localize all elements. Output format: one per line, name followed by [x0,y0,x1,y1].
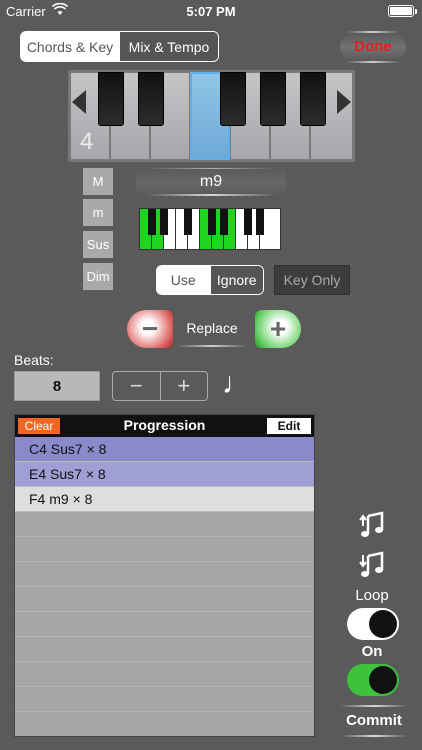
toggle-knob [369,610,397,638]
piano-black-key[interactable] [220,72,246,126]
progression-empty-row [15,537,314,562]
mini-black-key [244,209,252,235]
mini-black-key [148,209,156,235]
mini-black-key [220,209,228,235]
music-notes-up-icon[interactable] [352,510,392,545]
progression-header: Progression Clear Edit [15,415,314,437]
piano-black-key[interactable] [300,72,326,126]
chord-mini-keyboard [139,208,281,250]
piano-black-key[interactable] [98,72,124,126]
beats-decrement-button[interactable]: − [113,372,160,400]
remove-chord-button[interactable]: − [127,310,173,348]
mini-black-key [160,209,168,235]
quarter-note-icon[interactable]: ♩ [222,369,252,399]
root-key-piano[interactable]: 4 [68,70,355,162]
piano-black-key[interactable] [260,72,286,126]
toggle-knob [369,666,397,694]
mode-segmented-control[interactable]: Chords & Key Mix & Tempo [20,31,219,62]
done-button[interactable]: Done [340,31,406,63]
quality-button-dim[interactable]: Dim [83,263,113,290]
key-only-button[interactable]: Key Only [274,265,350,295]
loop-toggle[interactable] [347,608,399,640]
beats-increment-button[interactable]: + [159,372,208,400]
progression-row[interactable]: C4 Sus7 × 8 [15,437,314,462]
use-ignore-segmented-control[interactable]: Use Ignore [156,265,264,295]
progression-empty-row [15,587,314,612]
loop-label: Loop [355,587,389,604]
tab-mix-tempo[interactable]: Mix & Tempo [119,32,218,61]
ignore-option[interactable]: Ignore [209,266,263,294]
beats-value-field[interactable]: 8 [14,371,100,401]
piano-black-key[interactable] [138,72,164,126]
tab-chords-key[interactable]: Chords & Key [21,32,119,61]
mini-black-key [256,209,264,235]
status-bar: Carrier 5:07 PM [0,0,422,22]
battery-icon [388,5,417,17]
minus-icon: − [141,313,159,344]
quality-button-major[interactable]: M [83,168,113,195]
commit-button[interactable]: Commit [336,705,412,737]
mini-black-key [208,209,216,235]
on-toggle[interactable] [347,664,399,696]
music-notes-down-icon[interactable] [352,550,392,585]
octave-right-arrow-icon[interactable] [337,90,351,114]
octave-number: 4 [80,128,94,155]
plus-icon: + [269,313,287,344]
status-time: 5:07 PM [186,4,236,19]
progression-empty-row [15,562,314,587]
use-option[interactable]: Use [157,266,210,294]
progression-row[interactable]: E4 Sus7 × 8 [15,462,314,487]
replace-button[interactable]: Replace [176,313,248,347]
progression-empty-row [15,612,314,637]
progression-empty-row [15,512,314,537]
progression-empty-row [15,662,314,687]
beats-stepper[interactable]: − + [112,371,208,401]
add-chord-button[interactable]: + [255,310,301,348]
edit-button[interactable]: Edit [267,418,311,434]
quality-button-minor[interactable]: m [83,199,113,226]
progression-row[interactable]: F4 m9 × 8 [15,487,314,512]
progression-table[interactable]: Progression Clear Edit C4 Sus7 × 8 E4 Su… [14,414,315,737]
chord-name-display[interactable]: m9 [136,168,286,196]
mini-black-key [184,209,192,235]
quality-button-sus[interactable]: Sus [83,231,113,258]
clear-button[interactable]: Clear [18,418,60,434]
octave-left-arrow-icon[interactable] [72,90,86,114]
progression-empty-row [15,712,314,736]
progression-empty-row [15,637,314,662]
progression-empty-row [15,687,314,712]
on-label: On [361,643,383,660]
beats-label: Beats: [14,352,54,368]
